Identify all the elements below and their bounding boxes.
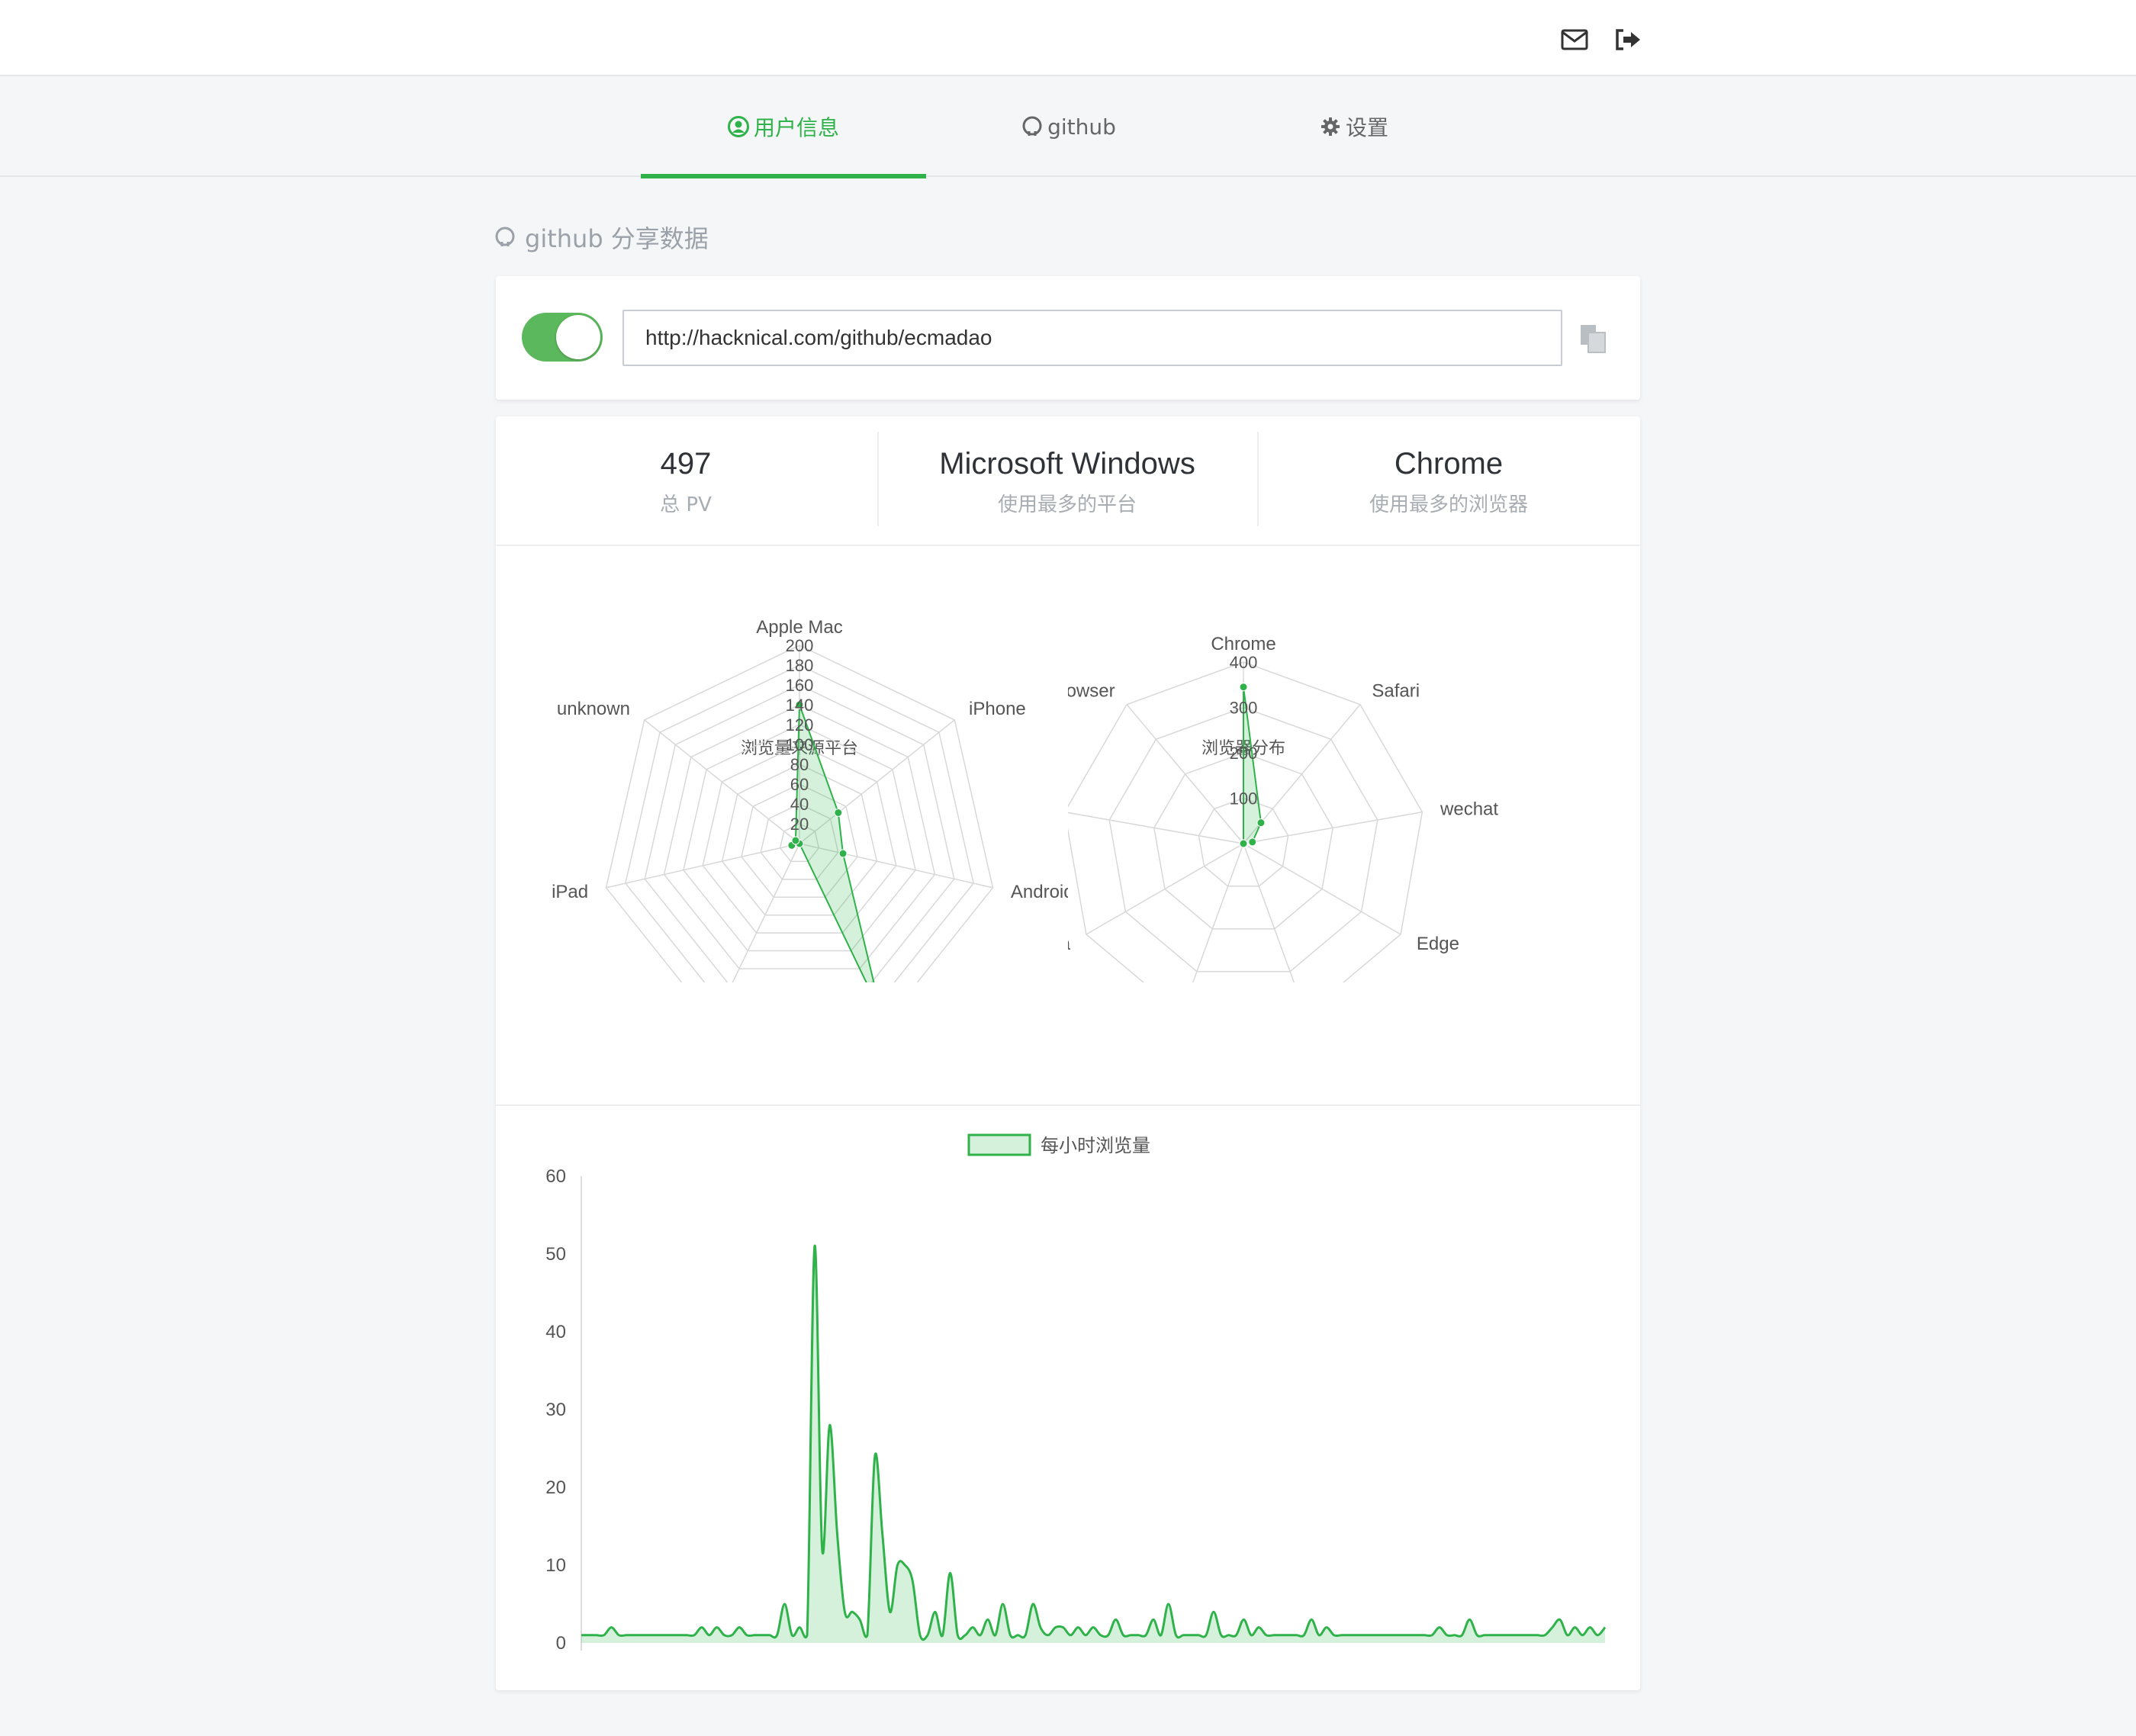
tab-label: 用户信息 — [753, 115, 839, 140]
radar-category-label: Chrome — [1211, 634, 1275, 654]
gear-icon — [1321, 117, 1340, 136]
radar-spoke — [606, 843, 800, 889]
browser-radar-chart: 浏览器分布100200300400ChromeSafariwechatEdgeF… — [1068, 634, 1498, 982]
radar-tick-label: 200 — [786, 636, 814, 655]
stat-value: 497 — [660, 447, 712, 481]
radar-tick-label: 200 — [1230, 744, 1258, 763]
stat-value: Microsoft Windows — [939, 447, 1195, 481]
radar-category-label: Apple Mac — [756, 617, 842, 638]
radar-category-label: Safari — [1372, 680, 1420, 701]
tab-github[interactable]: github — [926, 76, 1211, 177]
platform-radar-chart: 浏览量来源平台20406080100120140160180200Apple M… — [552, 617, 1068, 982]
radar-spoke — [1243, 843, 1401, 935]
radar-tick-label: 40 — [790, 795, 809, 814]
radar-category-label: UCBrowser — [1068, 680, 1115, 701]
radar-point — [791, 836, 800, 845]
radar-point — [1256, 818, 1266, 828]
y-tick-label: 50 — [545, 1244, 566, 1265]
github-icon — [1022, 116, 1042, 136]
y-tick-label: 10 — [545, 1555, 566, 1576]
radar-tick-label: 100 — [786, 735, 814, 754]
stat-label: 总 PV — [660, 493, 712, 516]
tab-settings[interactable]: 设置 — [1211, 76, 1497, 177]
tab-bar: 用户信息 github 设置 — [0, 76, 2136, 178]
tab-label: github — [1047, 114, 1116, 140]
radar-category-label: iPad — [552, 882, 588, 902]
radar-tick-label: 160 — [786, 676, 814, 695]
stat-total-pv: 497 总 PV — [496, 432, 876, 529]
y-tick-label: 20 — [545, 1477, 566, 1498]
radar-tick-label: 120 — [786, 715, 814, 735]
radar-spoke — [1126, 704, 1244, 844]
radar-spoke — [1243, 811, 1423, 844]
github-icon — [495, 227, 515, 246]
radar-spoke — [1192, 843, 1244, 982]
hourly-views-chart: 每小时浏览量 0 10 20 30 40 50 60 — [545, 1133, 1607, 1654]
radar-category-label: wechat — [1440, 799, 1498, 820]
y-tick-label: 60 — [545, 1166, 566, 1187]
radar-category-label: iPhone — [969, 699, 1026, 719]
radar-tick-label: 400 — [1230, 653, 1258, 672]
stat-label: 使用最多的浏览器 — [1369, 493, 1528, 516]
radar-spoke — [1243, 843, 1295, 982]
radar-point — [1239, 839, 1248, 848]
area-fill — [581, 1246, 1605, 1643]
toggle-knob — [556, 315, 600, 359]
radar-category-label: Edge — [1417, 934, 1459, 954]
stat-value: Chrome — [1394, 447, 1504, 481]
legend-label: 每小时浏览量 — [1041, 1136, 1150, 1156]
y-tick-label: 40 — [545, 1322, 566, 1342]
radar-tick-label: 20 — [790, 815, 809, 834]
radar-category-label: unknown — [557, 699, 630, 719]
stat-top-platform: Microsoft Windows 使用最多的平台 — [877, 432, 1257, 529]
stat-top-browser: Chrome 使用最多的浏览器 — [1259, 432, 1639, 529]
radar-tick-label: 60 — [790, 775, 809, 794]
legend-swatch — [967, 1133, 1031, 1156]
user-circle-icon — [727, 116, 749, 137]
share-card — [496, 276, 1640, 400]
analytics-card: 497 总 PV Microsoft Windows 使用最多的平台 Chrom… — [496, 416, 1640, 1690]
tab-label: 设置 — [1345, 115, 1388, 140]
radar-tick-label: 300 — [1230, 699, 1258, 718]
radar-point — [1239, 683, 1248, 692]
share-url-input[interactable] — [622, 310, 1562, 366]
radar-spoke — [732, 843, 800, 982]
top-bar — [0, 0, 2136, 76]
mail-icon[interactable] — [1559, 24, 1590, 55]
area-line — [581, 1245, 1607, 1641]
radar-point — [838, 849, 848, 858]
radar-tick-label: 80 — [790, 755, 809, 774]
sign-out-icon[interactable] — [1613, 24, 1643, 55]
y-tick-label: 0 — [556, 1633, 566, 1654]
radar-category-label: Android — [1011, 882, 1068, 902]
copy-icon[interactable] — [1579, 323, 1607, 354]
radar-category-label: Opera — [1068, 934, 1071, 954]
radar-tick-label: 140 — [786, 696, 814, 715]
radar-spoke — [1086, 843, 1244, 935]
radar-point — [834, 808, 843, 817]
section-title: github 分享数据 — [494, 218, 709, 256]
radar-point — [1248, 837, 1257, 847]
stat-label: 使用最多的平台 — [997, 493, 1137, 516]
y-tick-label: 30 — [545, 1400, 566, 1420]
share-toggle[interactable] — [522, 313, 603, 362]
radar-tick-label: 100 — [1230, 789, 1258, 809]
radar-tick-label: 180 — [786, 656, 814, 675]
section-title-text: github 分享数据 — [525, 224, 709, 253]
tab-user-info[interactable]: 用户信息 — [641, 76, 926, 178]
